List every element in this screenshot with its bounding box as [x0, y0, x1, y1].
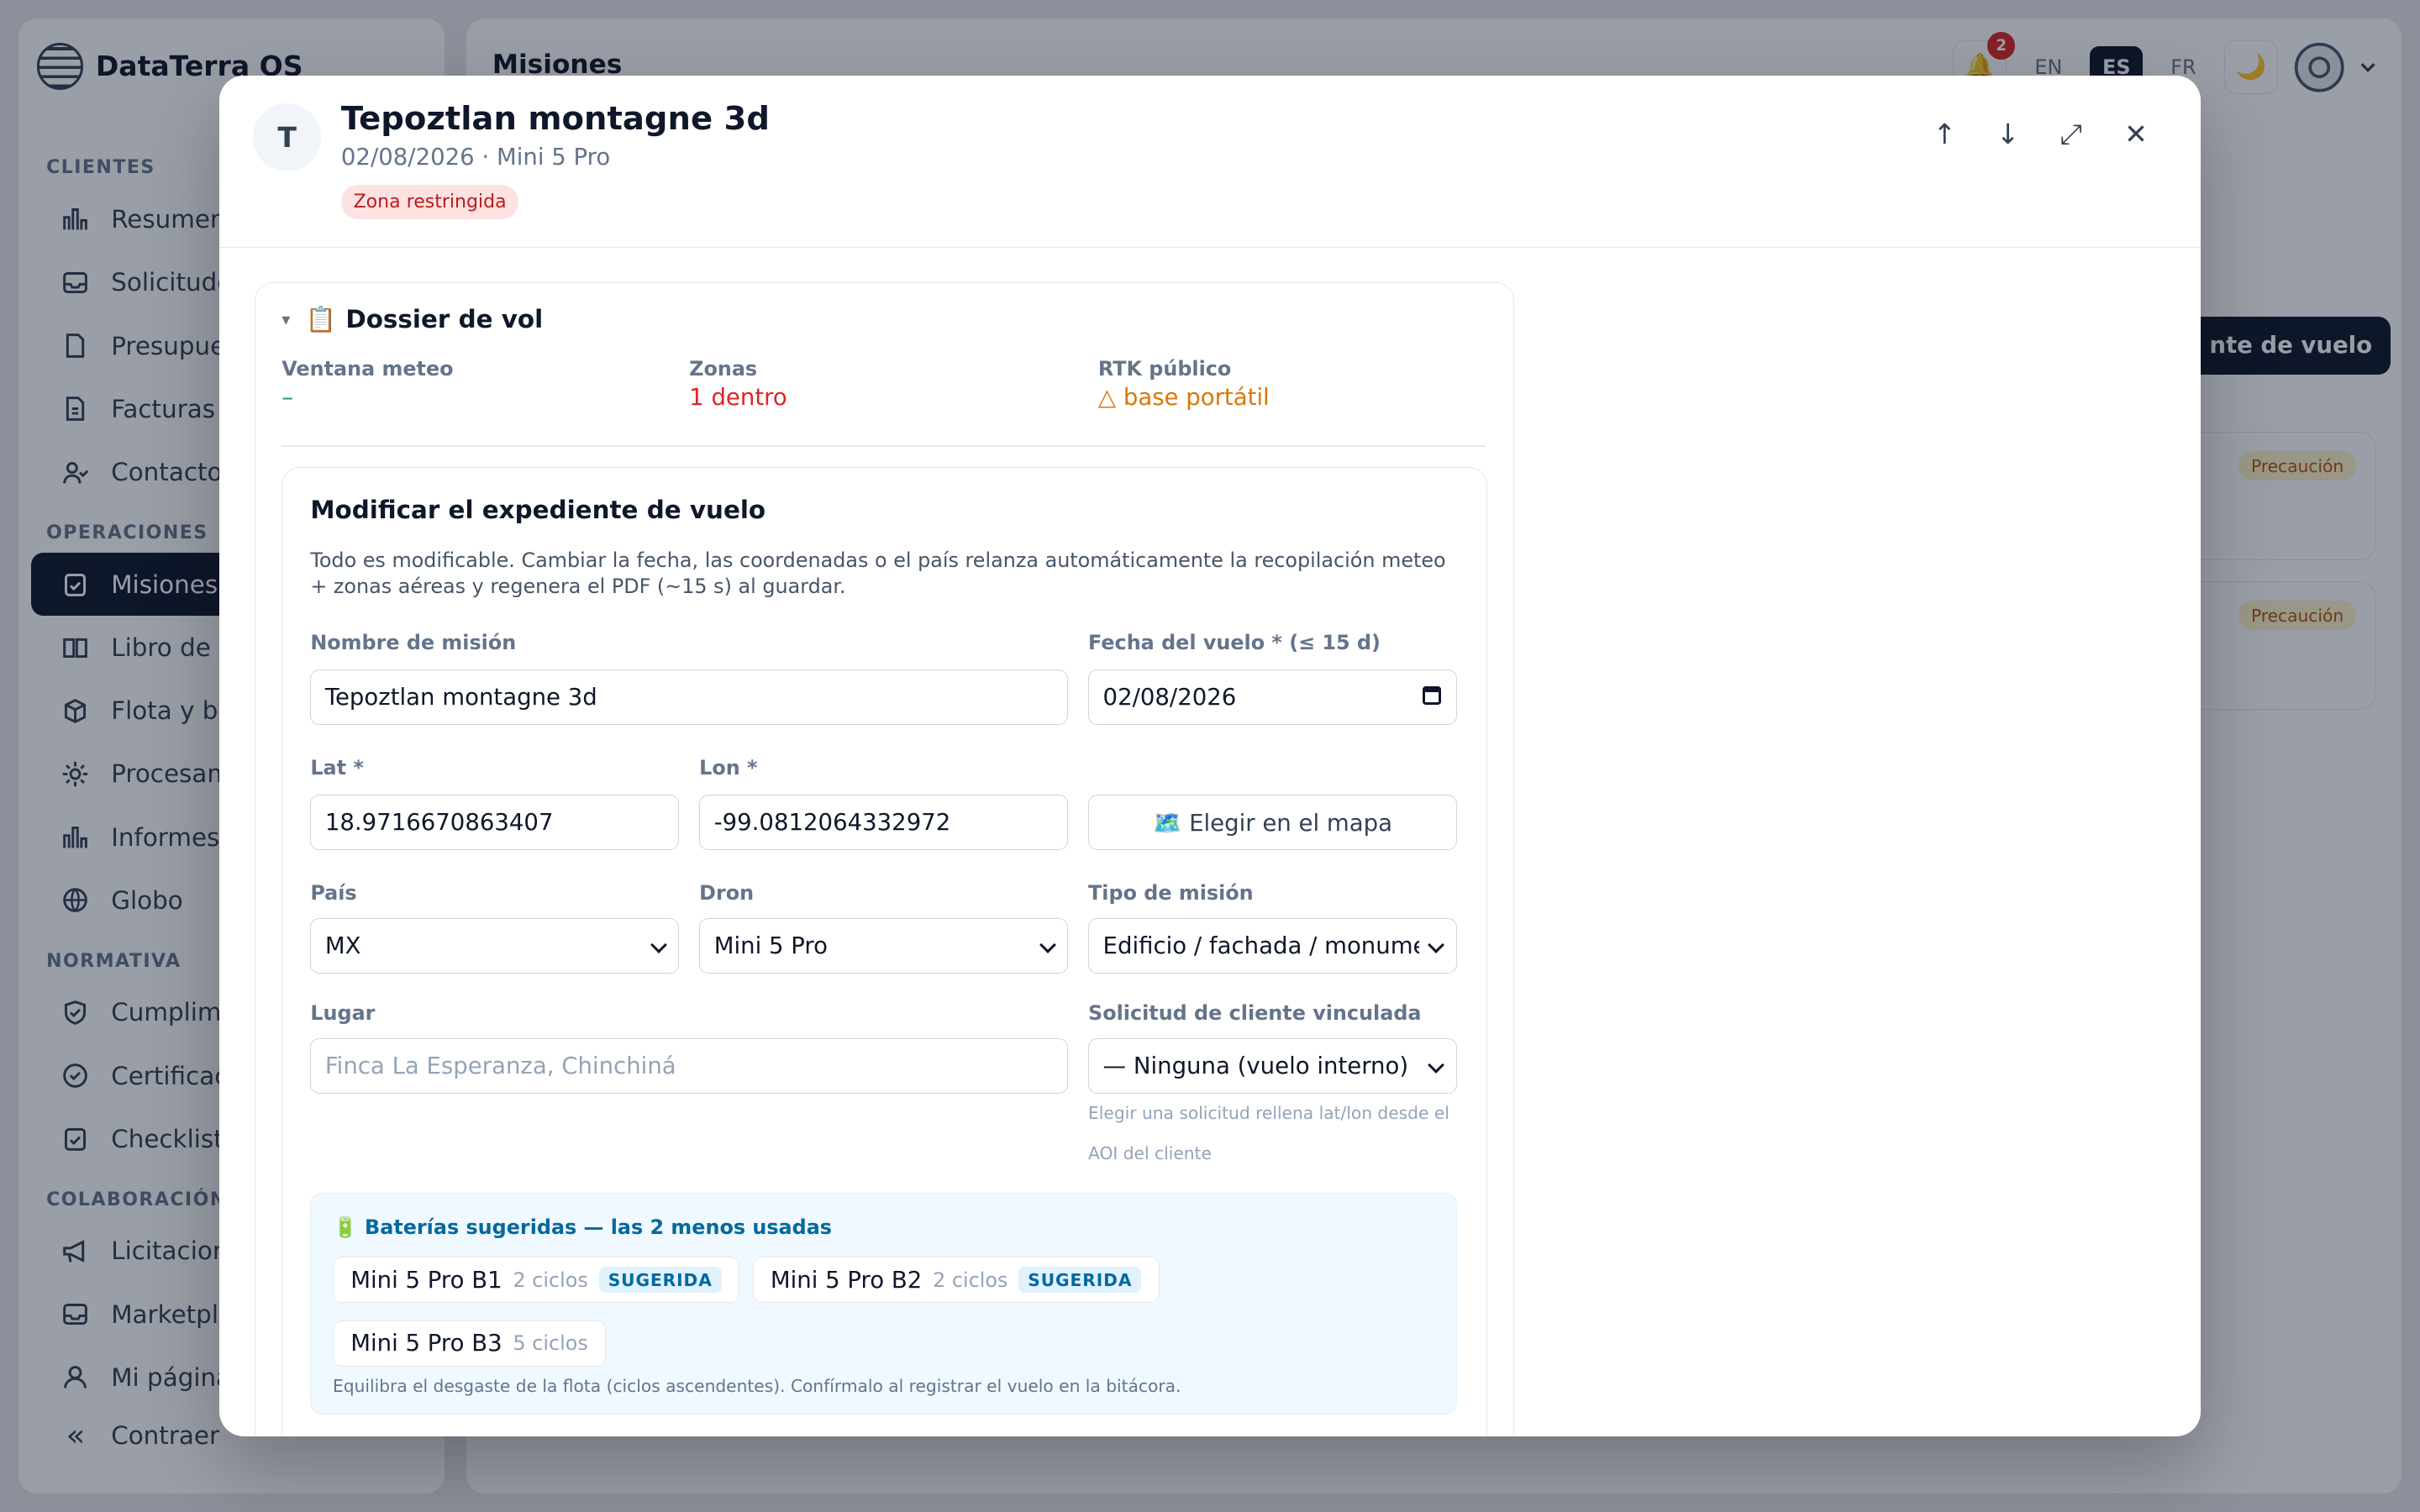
stat-label: Ventana meteo — [281, 357, 454, 381]
stat-value: △ base portátil — [1097, 383, 1270, 411]
dossier-title: Dossier de vol — [345, 305, 544, 334]
country-select[interactable]: MX — [310, 917, 680, 974]
mission-type-select[interactable]: Edificio / fachada / monumento — [1088, 917, 1457, 974]
suggested-tag: SUGERIDA — [1018, 1267, 1142, 1294]
dossier-toggle[interactable]: ▾ 📋 Dossier de vol — [281, 305, 543, 334]
close-icon: ✕ — [2124, 118, 2148, 151]
battery-cycles: 5 ciclos — [513, 1331, 588, 1356]
battery-cycles: 2 ciclos — [933, 1268, 1008, 1292]
client-request-value: — Ninguna (vuelo interno) — [1102, 1053, 1409, 1080]
form-description: Todo es modificable. Cambiar la fecha, l… — [310, 549, 1446, 599]
battery-name: Mini 5 Pro B1 — [350, 1266, 502, 1294]
client-request-select[interactable]: — Ninguna (vuelo interno) — [1088, 1038, 1457, 1095]
mission-name-input[interactable]: Tepoztlan montagne 3d — [310, 669, 1069, 726]
drone-select[interactable]: Mini 5 Pro — [699, 917, 1069, 974]
batteries-footer: Equilibra el desgaste de la flota (ciclo… — [333, 1375, 1181, 1396]
drone-label: Dron — [699, 880, 755, 905]
flight-date-input[interactable]: 02/08/2026 — [1088, 669, 1457, 726]
restricted-zone-badge: Zona restringida — [340, 185, 519, 219]
battery-name: Mini 5 Pro B3 — [350, 1330, 502, 1357]
flight-date-value: 02/08/2026 — [1102, 684, 1237, 711]
batteries-title-text: Baterías sugeridas — las 2 menos usadas — [365, 1215, 833, 1239]
move-up-button[interactable]: ↑ — [1923, 113, 1966, 155]
batteries-title: 🔋 Baterías sugeridas — las 2 menos usada… — [333, 1215, 832, 1239]
stat-label: Zonas — [689, 357, 758, 381]
pick-on-map-button[interactable]: 🗺️ Elegir en el mapa — [1088, 795, 1457, 851]
client-request-hint: Elegir una solicitud rellena lat/lon des… — [1088, 1103, 1449, 1164]
close-button[interactable]: ✕ — [2114, 113, 2157, 155]
expand-icon: ⤢ — [2060, 117, 2083, 150]
battery-name: Mini 5 Pro B2 — [770, 1266, 923, 1294]
caret-down-icon: ▾ — [281, 309, 291, 330]
country-value: MX — [324, 932, 361, 960]
mission-modal: T Tepoztlan montagne 3d 02/08/2026 · Min… — [218, 76, 2202, 1436]
flight-date-label: Fecha del vuelo * (≤ 15 d) — [1088, 631, 1381, 655]
mission-type-value: Edificio / fachada / monumento — [1102, 932, 1419, 960]
divider — [281, 444, 1486, 447]
stat-zones: Zonas 1 dentro — [689, 357, 787, 411]
avatar: T — [253, 103, 322, 171]
modal-title: Tepoztlan montagne 3d — [340, 100, 770, 139]
lat-input[interactable]: 18.9716670863407 — [310, 795, 680, 851]
suggested-tag: SUGERIDA — [598, 1267, 722, 1294]
form-title: Modificar el expediente de vuelo — [310, 495, 766, 524]
arrow-up-icon: ↑ — [1933, 118, 1957, 151]
calendar-icon[interactable] — [1422, 685, 1441, 705]
lat-label: Lat * — [310, 756, 364, 780]
modal-header: T Tepoztlan montagne 3d 02/08/2026 · Min… — [218, 76, 2202, 248]
country-label: País — [310, 880, 357, 905]
suggested-batteries: 🔋 Baterías sugeridas — las 2 menos usada… — [310, 1192, 1457, 1415]
mission-type-label: Tipo de misión — [1088, 880, 1254, 905]
lon-input[interactable]: -99.0812064332972 — [699, 795, 1069, 851]
expand-button[interactable]: ⤢ — [2049, 113, 2092, 155]
mission-name-label: Nombre de misión — [310, 631, 517, 655]
modal-subtitle: 02/08/2026 · Mini 5 Pro — [340, 143, 611, 171]
drone-value: Mini 5 Pro — [713, 932, 828, 960]
clipboard-emoji-icon: 📋 — [305, 304, 337, 333]
edit-flight-form: Modificar el expediente de vuelo Todo es… — [281, 466, 1487, 1436]
stat-rtk: RTK público △ base portátil — [1098, 357, 1270, 411]
move-down-button[interactable]: ↓ — [1986, 113, 2029, 155]
stat-weather-window: Ventana meteo – — [281, 357, 453, 411]
stat-value: 1 dentro — [689, 383, 787, 411]
stat-label: RTK público — [1097, 357, 1232, 381]
battery-chip-b1[interactable]: Mini 5 Pro B1 2 ciclos SUGERIDA — [333, 1257, 739, 1304]
lon-label: Lon * — [699, 756, 758, 780]
battery-cycles: 2 ciclos — [513, 1268, 588, 1292]
battery-chip-b2[interactable]: Mini 5 Pro B2 2 ciclos SUGERIDA — [752, 1257, 1160, 1304]
client-request-label: Solicitud de cliente vinculada — [1088, 1001, 1422, 1026]
place-input[interactable]: Finca La Esperanza, Chinchiná — [310, 1038, 1069, 1095]
place-label: Lugar — [310, 1001, 376, 1026]
battery-chip-b3[interactable]: Mini 5 Pro B3 5 ciclos — [333, 1320, 607, 1367]
stat-value: – — [281, 383, 294, 411]
flight-dossier: ▾ 📋 Dossier de vol Ventana meteo – Zonas… — [255, 282, 1514, 1436]
battery-icon: 🔋 — [333, 1215, 358, 1239]
arrow-down-icon: ↓ — [1996, 118, 2020, 151]
